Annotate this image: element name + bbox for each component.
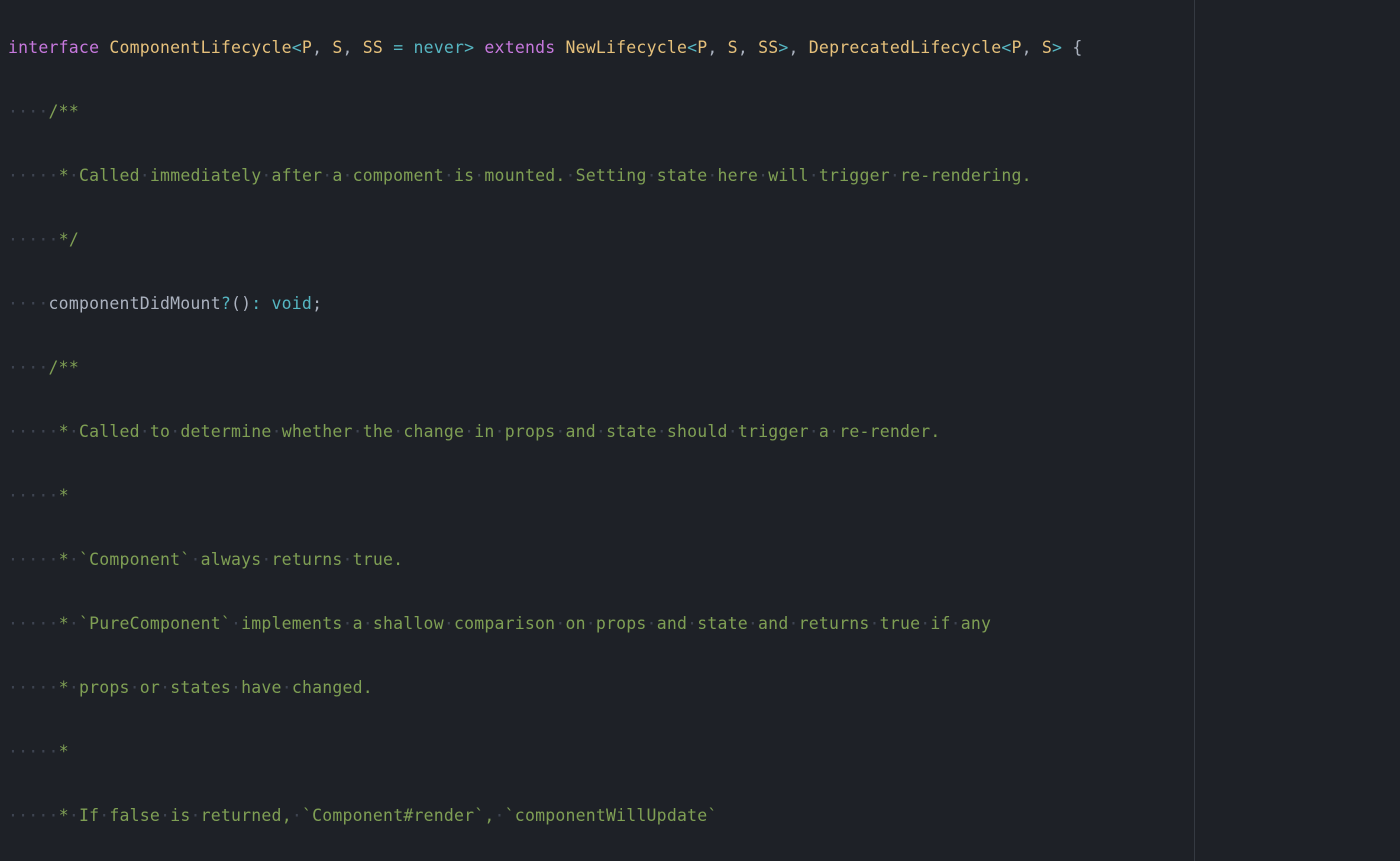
code-line[interactable]: ·····*·Called·to·determine·whether·the·c…	[8, 416, 1392, 448]
code-line[interactable]: ·····*·Called·immediately·after·a·compom…	[8, 160, 1392, 192]
code-line[interactable]: ·····*·props·or·states·have·changed.	[8, 672, 1392, 704]
method-name: componentDidMount	[49, 294, 221, 313]
code-content[interactable]: interface ComponentLifecycle<P, S, SS = …	[0, 0, 1400, 861]
type-name: ComponentLifecycle	[109, 38, 291, 57]
code-line[interactable]: ·····*	[8, 736, 1392, 768]
code-line[interactable]: ·····*	[8, 480, 1392, 512]
code-editor[interactable]: interface ComponentLifecycle<P, S, SS = …	[0, 0, 1400, 861]
code-line[interactable]: ·····*·`Component`·always·returns·true.	[8, 544, 1392, 576]
code-line[interactable]: interface ComponentLifecycle<P, S, SS = …	[8, 32, 1392, 64]
editor-ruler	[1194, 0, 1195, 861]
code-line[interactable]: ····/**	[8, 96, 1392, 128]
code-line[interactable]: ····componentDidMount?(): void;	[8, 288, 1392, 320]
keyword-interface: interface	[8, 38, 99, 57]
code-line[interactable]: ·····*·`PureComponent`·implements·a·shal…	[8, 608, 1392, 640]
code-line[interactable]: ····/**	[8, 352, 1392, 384]
keyword-extends: extends	[484, 38, 555, 57]
code-line[interactable]: ·····*·If·false·is·returned,·`Component#…	[8, 800, 1392, 832]
code-line[interactable]: ·····*/	[8, 224, 1392, 256]
